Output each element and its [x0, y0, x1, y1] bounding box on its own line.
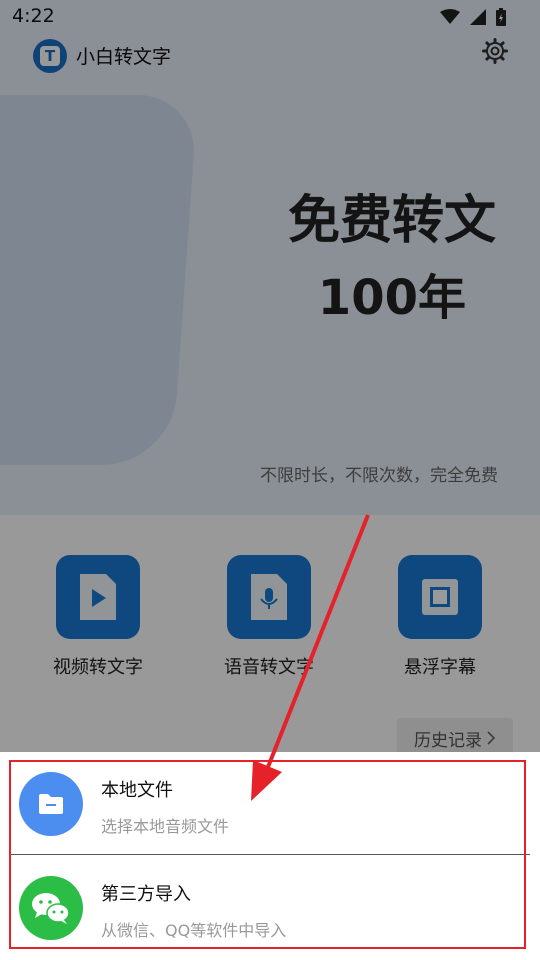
annotation-highlight-box [9, 760, 526, 949]
